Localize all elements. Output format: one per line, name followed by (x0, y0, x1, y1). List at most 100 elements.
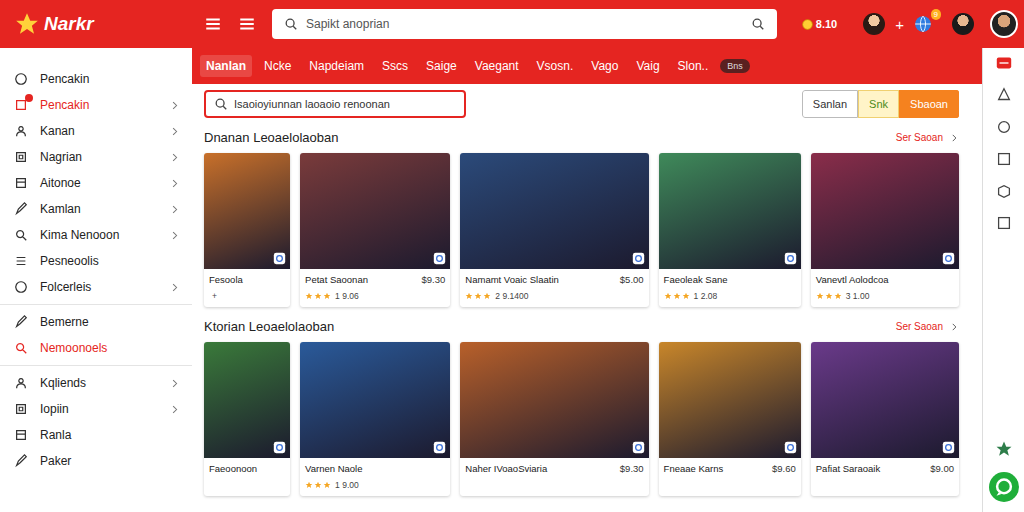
sidebar-item[interactable]: Kamlan (0, 196, 192, 222)
menu-icon[interactable] (238, 15, 256, 33)
platform-icon (784, 252, 797, 265)
sidebar-item[interactable]: Pencakin (0, 66, 192, 92)
game-art (811, 153, 959, 269)
tab[interactable]: Sscs (376, 55, 414, 77)
sidebar-item[interactable]: Folcerleis (0, 274, 192, 300)
tab[interactable]: Nanlan (200, 55, 252, 77)
game-card[interactable]: Fesoola + (204, 153, 290, 307)
sidebar-label: Folcerleis (40, 279, 157, 295)
game-art (811, 342, 959, 458)
game-title: Fneaae Karns (664, 463, 724, 474)
sidebar-label: Pesneoolis (40, 253, 180, 269)
sidebar-item[interactable]: Aitonoe (0, 170, 192, 196)
star-icon (816, 292, 824, 300)
sidebar-item[interactable]: Ranla (0, 422, 192, 448)
game-card[interactable]: Faeoonoon (204, 342, 290, 496)
game-reviews: + (212, 291, 217, 301)
notification-badge: 9 (931, 9, 941, 20)
game-price: $9.60 (772, 463, 796, 474)
platform-icon (942, 252, 955, 265)
search-icon[interactable] (751, 17, 765, 31)
notification-button[interactable]: 9 (914, 15, 932, 33)
tab[interactable]: Napdeiam (303, 55, 370, 77)
game-card[interactable]: Varnen Naole1 9.00 (300, 342, 450, 496)
game-card[interactable]: Petat Saoonan$9.301 9.06 (300, 153, 450, 307)
circle-icon[interactable] (995, 118, 1013, 136)
star-icon (673, 292, 681, 300)
gift-icon[interactable] (995, 54, 1013, 72)
game-art (460, 342, 648, 458)
sidebar-label: Ranla (40, 427, 180, 443)
see-all-link[interactable]: Ser Saoan (896, 132, 959, 143)
chevron-right-icon (169, 152, 180, 163)
filter-button[interactable]: Sbaoan (899, 90, 959, 118)
filter-button[interactable]: Sanlan (802, 90, 858, 118)
avatar-icon[interactable] (863, 13, 885, 35)
game-card[interactable]: Namamt Voaic Slaatin$5.002 9.1400 (460, 153, 648, 307)
game-card[interactable]: Vanevtl Aolodcoa3 1.00 (811, 153, 959, 307)
game-reviews: 1 2.08 (694, 291, 718, 301)
category-icon (14, 202, 28, 216)
tab[interactable]: Saige (420, 55, 463, 77)
section-title: Ktorian Leoaelolaoban (204, 319, 334, 334)
tab[interactable]: Slon.. (672, 55, 715, 77)
sidebar-item[interactable]: Kanan (0, 118, 192, 144)
menu-icon[interactable] (204, 15, 222, 33)
sidebar-label: Nagrian (40, 149, 157, 165)
sidebar-item[interactable]: Nagrian (0, 144, 192, 170)
coin-icon (801, 18, 814, 31)
search-field[interactable]: Sapikt anoprian (272, 9, 777, 39)
tab[interactable]: Ncke (258, 55, 297, 77)
game-section: Dnanan LeoaelolaobanSer Saoan Fesoola+Pe… (204, 130, 959, 307)
game-title: Varnen Naole (305, 463, 362, 474)
game-title: Fesoola (209, 274, 243, 285)
add-button[interactable]: + (895, 16, 904, 33)
profile-avatar-icon[interactable] (990, 10, 1018, 38)
notification-dot (25, 94, 33, 102)
sidebar-item[interactable]: Iopiin (0, 396, 192, 422)
sidebar-item[interactable]: Nemoonoels (0, 335, 192, 361)
logo[interactable]: Narkr (14, 11, 194, 37)
tab-pill[interactable]: Bns (720, 59, 750, 73)
game-title: Vanevtl Aolodcoa (816, 274, 889, 285)
game-card[interactable]: Pafiat Saraoaik$9.00 (811, 342, 959, 496)
chevron-right-icon (169, 204, 180, 215)
filter-button[interactable]: Snk (858, 90, 899, 118)
star-icon[interactable] (995, 440, 1013, 458)
chevron-right-icon (169, 282, 180, 293)
see-all-link[interactable]: Ser Saoan (896, 321, 959, 332)
star-icon (834, 292, 842, 300)
square-icon[interactable] (995, 150, 1013, 168)
square-icon[interactable] (995, 214, 1013, 232)
sidebar-label: Bemerne (40, 314, 180, 330)
tab[interactable]: Vago (585, 55, 624, 77)
avatar-icon[interactable] (952, 13, 974, 35)
sidebar-item[interactable]: Pencakin (0, 92, 192, 118)
tab[interactable]: Vsosn. (531, 55, 580, 77)
sidebar-label: Pencakin (40, 97, 157, 113)
game-title: Faeoleak Sane (664, 274, 728, 285)
sidebar-item[interactable]: Paker (0, 448, 192, 474)
star-icon (682, 292, 690, 300)
tab[interactable]: Vaig (630, 55, 665, 77)
sidebar-item[interactable]: Kqliends (0, 370, 192, 396)
sidebar-item[interactable]: Kima Nenooon (0, 222, 192, 248)
balance[interactable]: 8.10 (801, 18, 837, 31)
globe-icon (914, 15, 932, 33)
user-icon[interactable] (995, 86, 1013, 104)
game-card[interactable]: Faeoleak Sane 1 2.08 (659, 153, 801, 307)
sidebar-item[interactable]: Bemerne (0, 309, 192, 335)
box-icon[interactable] (995, 182, 1013, 200)
game-card[interactable]: Naher IVoaoSviaria$9.30 (460, 342, 648, 496)
filter-input[interactable]: Isaoioyiunnan laoaoio renoonan (204, 90, 466, 118)
content: Isaoioyiunnan laoaoio renoonanSanlanSnkS… (192, 84, 982, 512)
category-icon (14, 254, 28, 268)
tab[interactable]: Vaegant (469, 55, 525, 77)
chat-icon[interactable] (989, 472, 1019, 502)
game-price: $5.00 (620, 274, 644, 285)
game-price: $9.00 (930, 463, 954, 474)
star-icon (664, 292, 672, 300)
sidebar-item[interactable]: Pesneoolis (0, 248, 192, 274)
game-card[interactable]: Fneaae Karns $9.60 (659, 342, 801, 496)
star-icon (474, 292, 482, 300)
